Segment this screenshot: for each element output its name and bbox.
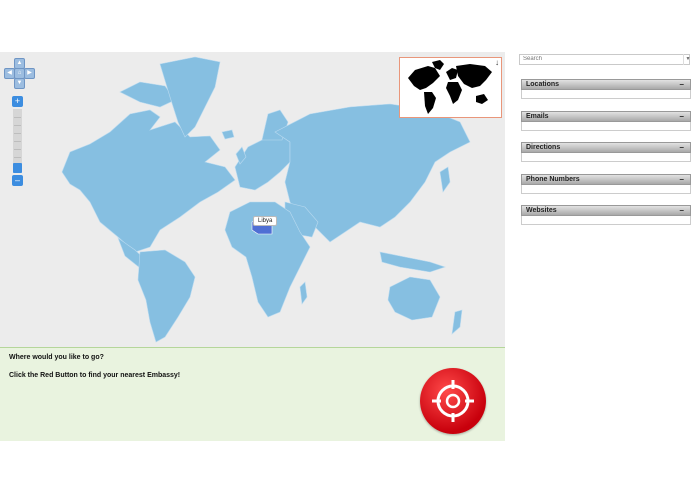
section-body	[521, 122, 691, 131]
australia	[387, 276, 441, 321]
section-header[interactable]: Locations –	[521, 79, 691, 90]
section-title: Phone Numbers	[526, 176, 580, 183]
zoom-slider-thumb[interactable]	[13, 163, 22, 173]
info-panel: Where would you like to go? Click the Re…	[0, 347, 505, 441]
south-america	[137, 249, 196, 343]
section-title: Emails	[526, 113, 549, 120]
section-directions: Directions –	[521, 142, 691, 162]
zoom-tick	[14, 133, 21, 134]
pan-down-button[interactable]: ▼	[14, 78, 25, 89]
section-header[interactable]: Directions –	[521, 142, 691, 153]
section-title: Directions	[526, 144, 561, 151]
collapse-icon[interactable]: –	[680, 175, 684, 185]
collapse-icon[interactable]: –	[680, 143, 684, 153]
search-dropdown-icon[interactable]: ▼	[683, 54, 692, 65]
minimap[interactable]: ↓	[399, 57, 502, 118]
app: ▲ ◀ ⌂ ▶ ▼ + – ↓ Libya Where would you li…	[0, 52, 695, 441]
indonesia	[379, 251, 446, 273]
embassy-hint: Click the Red Button to find your neares…	[9, 372, 181, 379]
zoom-out-button[interactable]: –	[12, 175, 23, 186]
collapse-icon[interactable]: –	[680, 80, 684, 90]
section-phone-numbers: Phone Numbers –	[521, 174, 691, 194]
zoom-tick	[14, 149, 21, 150]
collapse-icon[interactable]: –	[680, 206, 684, 216]
world-map[interactable]: ▲ ◀ ⌂ ▶ ▼ + – ↓ Libya	[0, 52, 505, 347]
europe	[234, 131, 291, 191]
section-header[interactable]: Emails –	[521, 111, 691, 122]
section-body	[521, 216, 691, 225]
search-input[interactable]	[519, 54, 690, 65]
section-header[interactable]: Phone Numbers –	[521, 174, 691, 185]
country-tooltip: Libya	[253, 216, 278, 226]
collapse-icon[interactable]: –	[680, 112, 684, 122]
section-websites: Websites –	[521, 205, 691, 225]
section-body	[521, 185, 691, 194]
japan	[439, 166, 451, 193]
section-title: Locations	[526, 81, 560, 88]
iceland	[221, 129, 235, 140]
pan-right-button[interactable]: ▶	[24, 68, 35, 79]
section-locations: Locations –	[521, 79, 691, 99]
minimap-collapse-icon[interactable]: ↓	[495, 58, 499, 67]
madagascar	[299, 281, 308, 305]
section-title: Websites	[526, 207, 557, 214]
find-embassy-button[interactable]	[420, 368, 486, 434]
zoom-tick	[14, 125, 21, 126]
zoom-control: + –	[12, 96, 23, 188]
section-body	[521, 90, 691, 99]
destination-question: Where would you like to go?	[9, 354, 104, 361]
zoom-slider-track[interactable]	[13, 109, 22, 173]
section-emails: Emails –	[521, 111, 691, 131]
minimap-canvas	[408, 60, 492, 114]
zoom-tick	[14, 157, 21, 158]
zoom-tick	[14, 141, 21, 142]
zoom-in-button[interactable]: +	[12, 96, 23, 107]
pan-control: ▲ ◀ ⌂ ▶ ▼	[4, 58, 35, 89]
north-america	[61, 109, 236, 253]
crosshair-icon	[432, 380, 474, 422]
sidebar: ▼ Locations – Emails – Directions –	[505, 52, 695, 440]
section-header[interactable]: Websites –	[521, 205, 691, 216]
new-zealand	[451, 309, 463, 335]
zoom-tick	[14, 117, 21, 118]
section-body	[521, 153, 691, 162]
